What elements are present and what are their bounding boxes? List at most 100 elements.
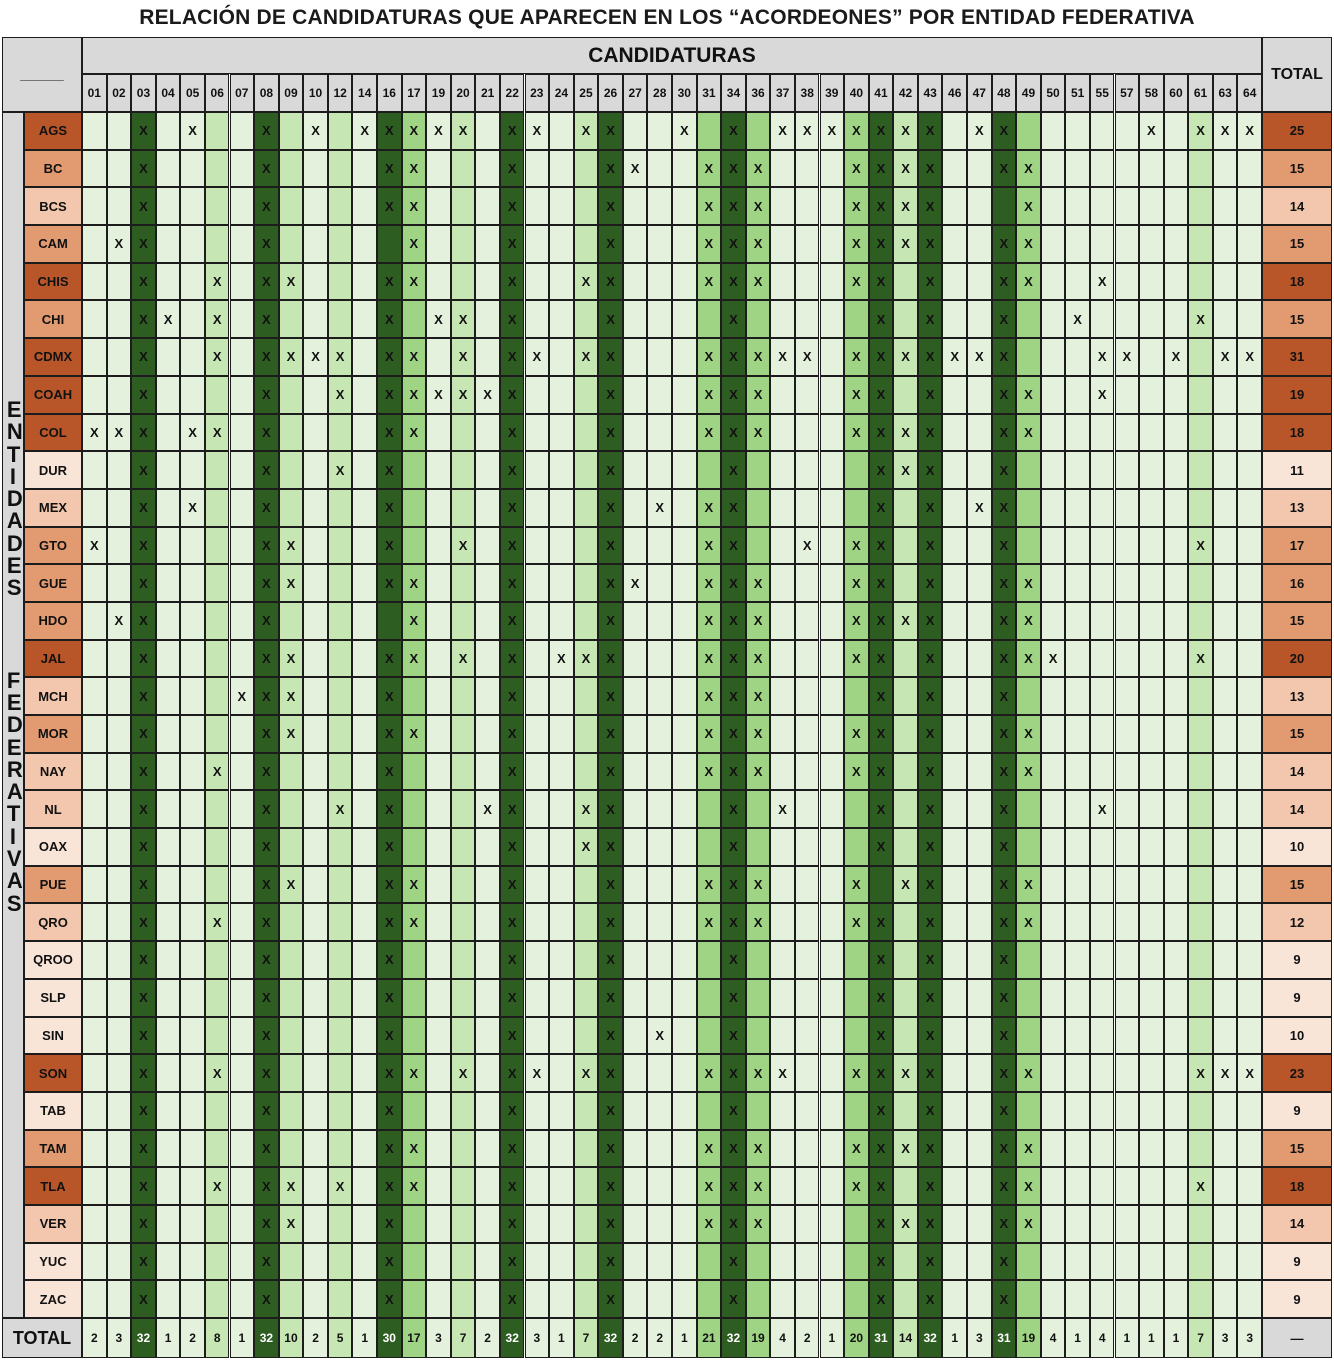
mark-cell (942, 1242, 967, 1281)
mark-cell (647, 978, 672, 1017)
mark-cell (1114, 187, 1140, 226)
mark-cell (180, 187, 205, 226)
candidacy-mark: X (852, 726, 861, 742)
mark-cell: X (917, 677, 943, 715)
candidacy-mark: X (507, 877, 517, 893)
mark-cell (327, 1280, 353, 1318)
mark-cell (1089, 413, 1115, 452)
mark-cell: X (499, 1016, 525, 1055)
mark-cell: X (1016, 715, 1041, 753)
mark-cell (1114, 601, 1140, 640)
column-header: 14 (352, 74, 377, 112)
candidacy-mark: X (827, 123, 837, 139)
mark-cell (1212, 1204, 1238, 1243)
mark-cell (967, 225, 992, 263)
candidacy-mark: X (507, 801, 517, 817)
mark-cell: X (131, 639, 156, 678)
mark-cell (1114, 413, 1140, 452)
mark-cell: X (696, 752, 722, 791)
mark-cell: X (352, 112, 377, 150)
mark-cell: X (721, 1091, 746, 1130)
mark-cell (1114, 978, 1140, 1017)
mark-cell (229, 1167, 255, 1205)
mark-cell: X (991, 677, 1017, 715)
mark-cell: X (499, 262, 525, 301)
candidacy-mark: X (778, 1065, 787, 1081)
candidacy-mark: X (925, 311, 935, 327)
mark-cell: X (131, 488, 156, 527)
row-total: 15 (1262, 149, 1332, 188)
candidacy-mark: X (409, 387, 419, 403)
mark-cell (1163, 526, 1189, 565)
mark-cell: X (917, 1204, 943, 1243)
mark-cell (450, 1091, 476, 1130)
mark-cell (106, 488, 132, 527)
mark-cell: X (868, 149, 894, 188)
mark-cell: X (917, 1091, 943, 1130)
mark-cell (844, 978, 869, 1017)
column-header: 48 (991, 74, 1017, 112)
mark-cell (549, 1129, 574, 1168)
mark-cell: X (917, 338, 943, 376)
candidacy-mark: X (876, 349, 886, 365)
mark-cell (1016, 1242, 1041, 1281)
candidacy-mark: X (876, 198, 886, 214)
mark-cell: X (868, 790, 894, 829)
mark-cell (155, 978, 181, 1017)
mark-cell (155, 1167, 181, 1205)
mark-cell: X (991, 1280, 1017, 1318)
mark-cell: X (401, 338, 427, 376)
row-total: 15 (1262, 225, 1332, 263)
mark-cell (303, 677, 328, 715)
mark-cell: X (303, 112, 328, 150)
mark-cell: X (1237, 112, 1262, 150)
candidacy-mark: X (925, 123, 935, 139)
mark-cell (1040, 338, 1066, 376)
mark-cell (1040, 1167, 1066, 1205)
mark-cell (204, 1280, 230, 1318)
column-header: 50 (1040, 74, 1066, 112)
mark-cell (303, 1167, 328, 1205)
state-name: COL (24, 413, 82, 452)
mark-cell (549, 1242, 574, 1281)
mark-cell (1089, 903, 1115, 942)
mark-cell (82, 225, 107, 263)
mark-cell: X (254, 1129, 279, 1168)
candidacy-mark: X (1048, 650, 1058, 666)
candidacy-mark: X (188, 500, 197, 516)
mark-cell: X (131, 1016, 156, 1055)
mark-cell (155, 639, 181, 678)
row-total: 15 (1262, 601, 1332, 640)
candidacy-mark: X (876, 387, 886, 403)
mark-cell (82, 262, 107, 301)
mark-cell (1163, 187, 1189, 226)
mark-cell (1163, 903, 1189, 942)
candidacy-mark: X (139, 123, 148, 139)
mark-cell (942, 1129, 967, 1168)
mark-cell: X (991, 338, 1017, 376)
mark-cell (229, 338, 255, 376)
mark-cell (1089, 451, 1115, 489)
mark-cell: X (893, 865, 918, 904)
mark-cell (967, 413, 992, 452)
candidacy-mark: X (852, 650, 861, 666)
mark-cell (524, 413, 550, 452)
mark-cell: X (573, 790, 599, 829)
mark-cell (524, 225, 550, 263)
mark-cell (893, 1242, 918, 1281)
mark-cell (672, 225, 697, 263)
candidacy-mark: X (778, 123, 787, 139)
candidacy-mark: X (606, 801, 615, 817)
mark-cell (82, 149, 107, 188)
column-total: 32 (721, 1318, 746, 1358)
mark-cell (967, 300, 992, 339)
mark-cell (155, 677, 181, 715)
mark-cell (1237, 1242, 1262, 1281)
mark-cell: X (254, 639, 279, 678)
candidacy-mark: X (384, 198, 394, 214)
candidacy-mark: X (606, 613, 615, 629)
mark-cell (204, 1129, 230, 1168)
candidacy-mark: X (1196, 1178, 1205, 1194)
candidacy-mark: X (311, 349, 320, 365)
mark-cell: X (991, 375, 1017, 414)
